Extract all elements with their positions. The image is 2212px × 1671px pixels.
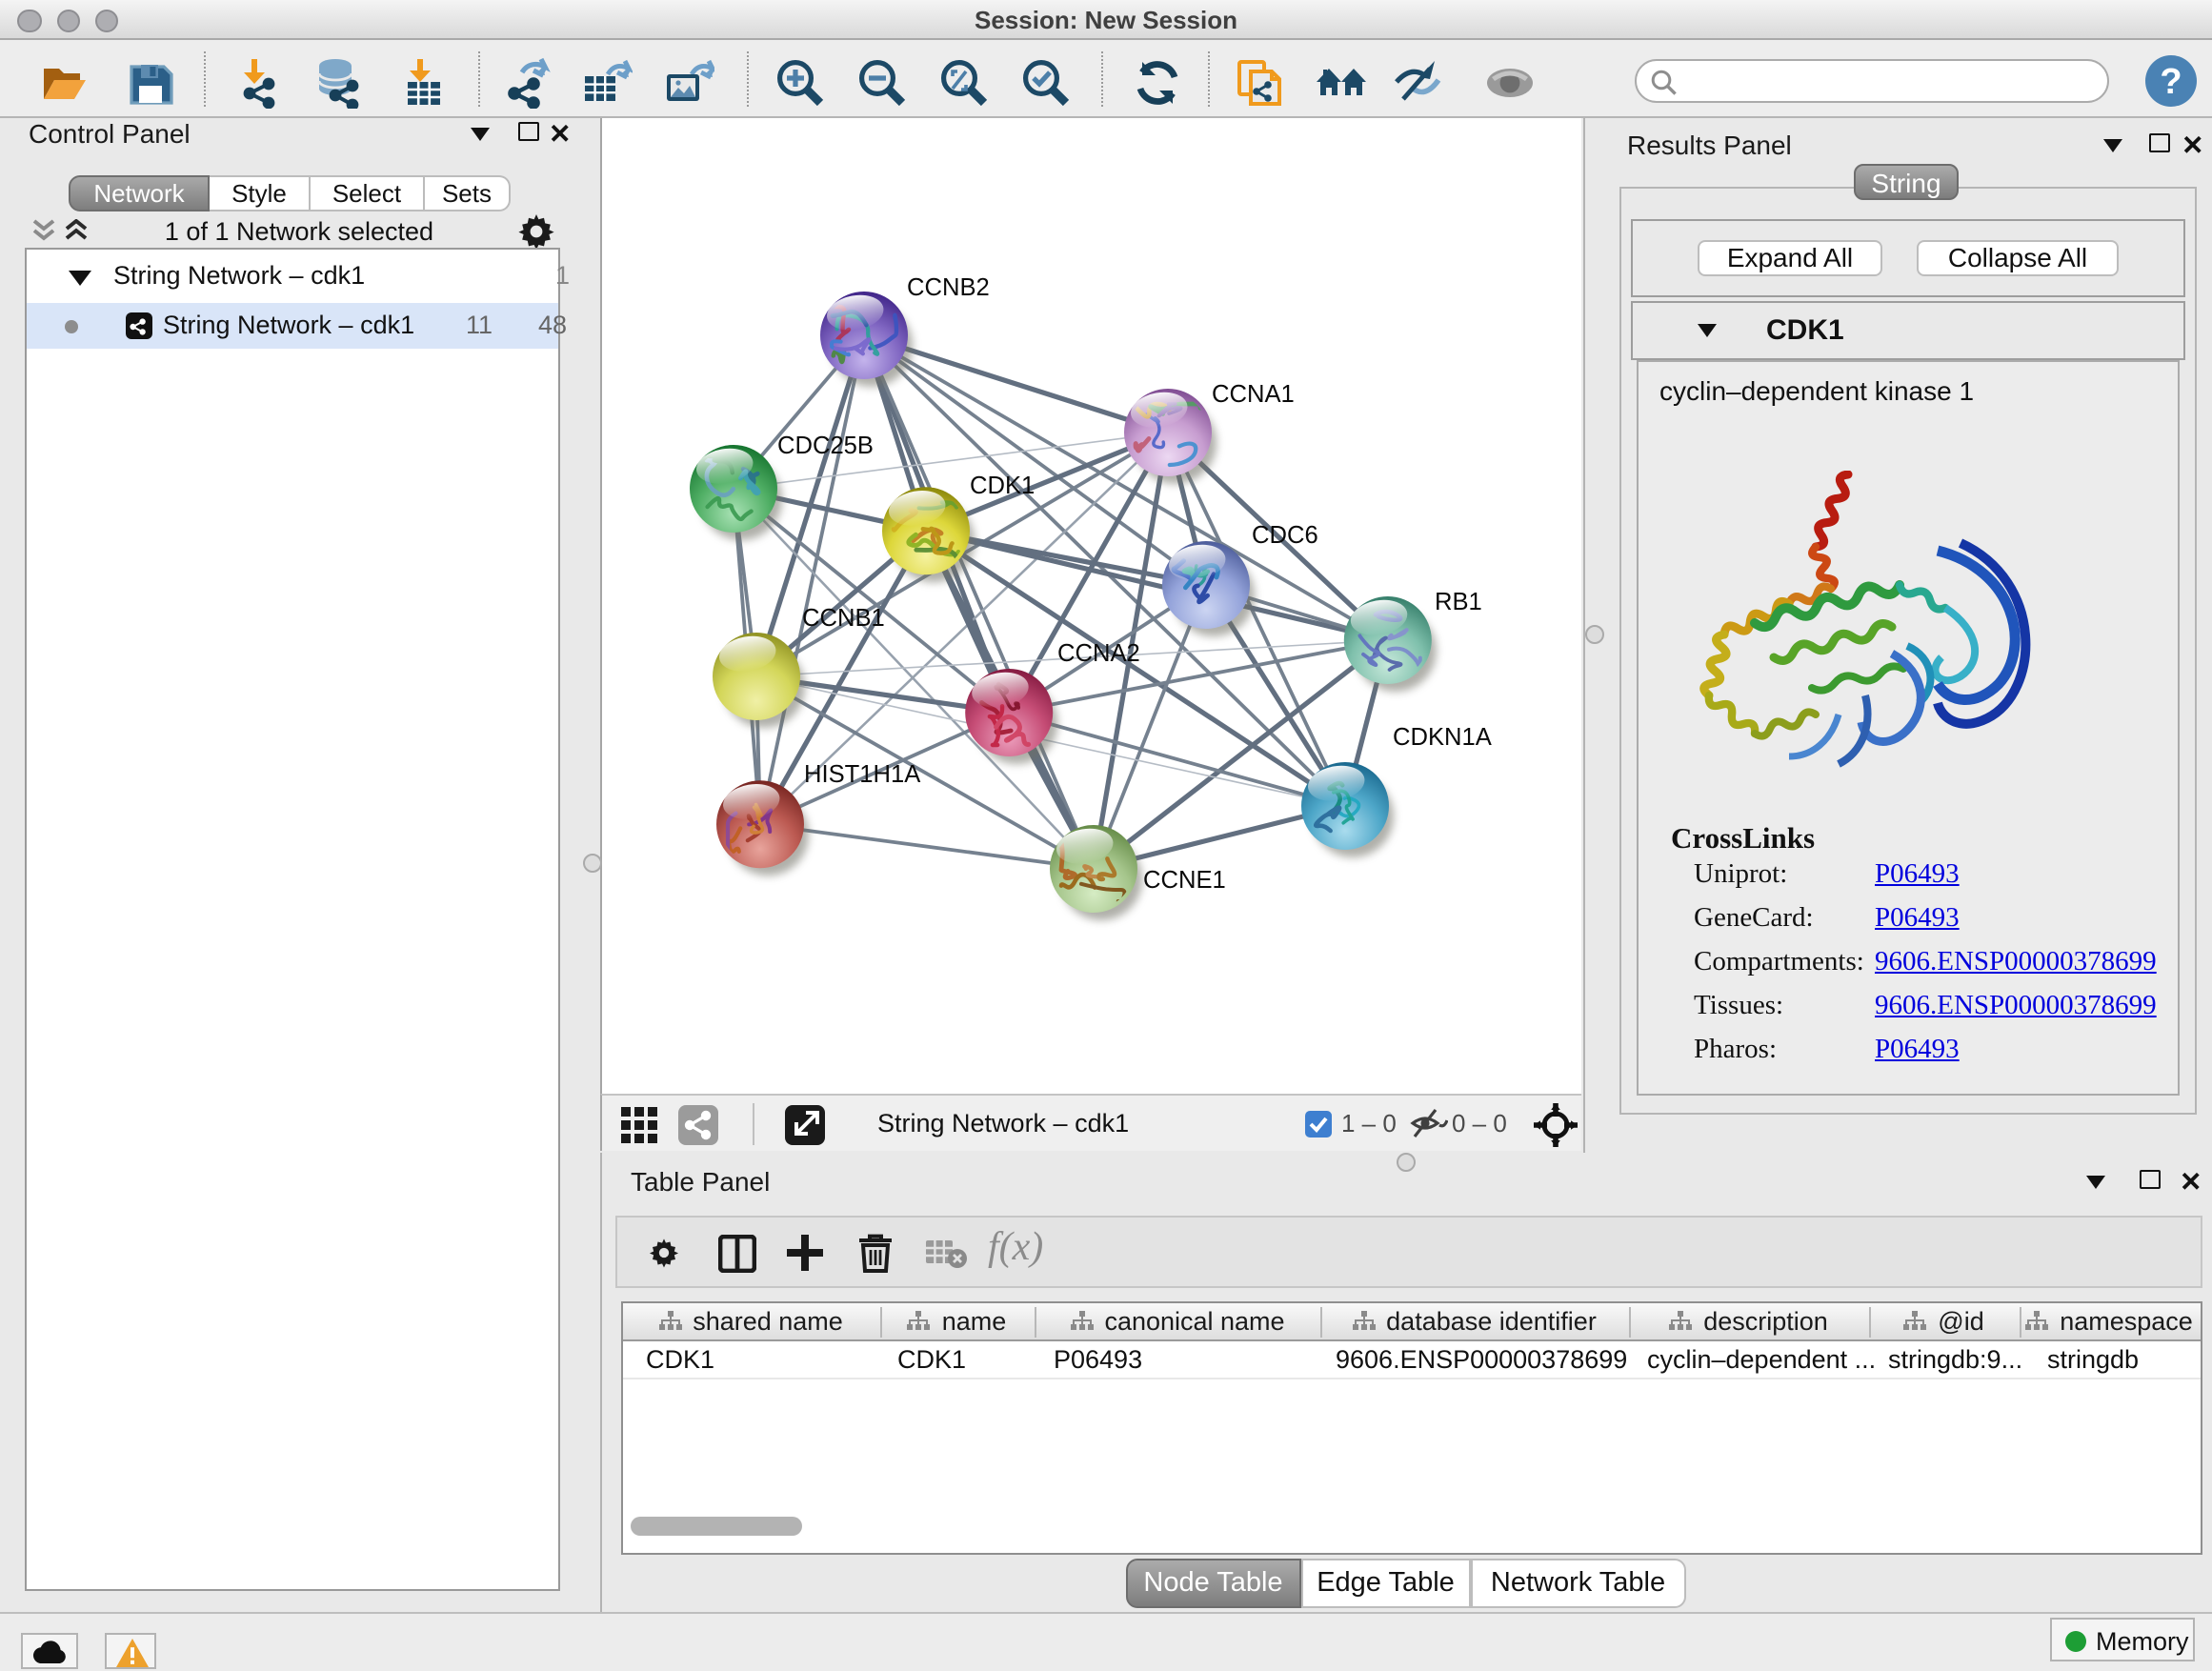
svg-text:?: ? <box>2160 61 2182 101</box>
svg-text:CDC6: CDC6 <box>1252 522 1318 549</box>
svg-text:CDKN1A: CDKN1A <box>1393 724 1493 751</box>
svg-text:CCNB1: CCNB1 <box>802 605 885 632</box>
svg-text:HIST1H1A: HIST1H1A <box>804 761 921 788</box>
svg-text:CCNE1: CCNE1 <box>1143 867 1226 894</box>
svg-text:RB1: RB1 <box>1435 589 1482 615</box>
svg-text:CCNA1: CCNA1 <box>1212 381 1295 408</box>
svg-text:CCNB2: CCNB2 <box>907 274 990 301</box>
svg-text:CCNA2: CCNA2 <box>1057 640 1140 667</box>
svg-text:CDC25B: CDC25B <box>777 433 874 459</box>
svg-text:CDK1: CDK1 <box>970 473 1035 499</box>
